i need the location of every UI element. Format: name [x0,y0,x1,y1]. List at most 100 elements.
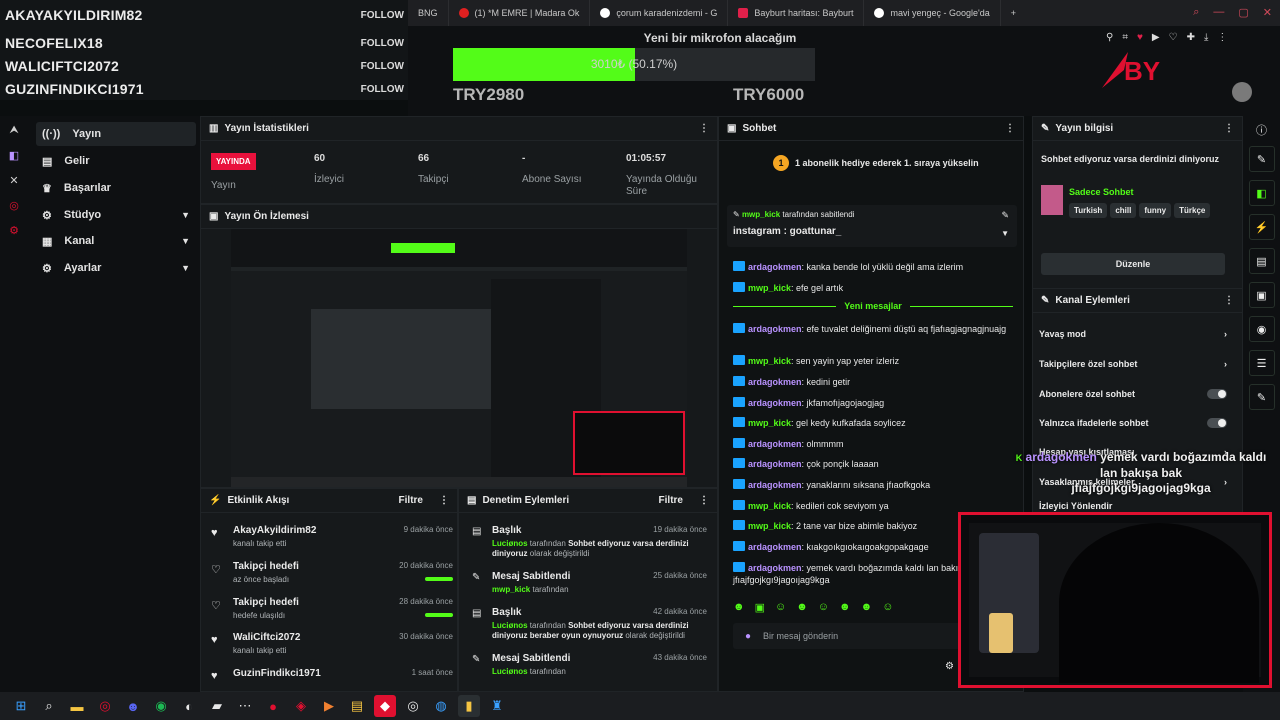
lightning-icon[interactable]: ⚡ [1248,214,1275,240]
chevron-down-icon[interactable]: ▼ [1001,229,1009,238]
chat-username[interactable]: ardagokmen [748,459,802,469]
settings-icon[interactable]: ⚙ [9,224,19,237]
search-icon[interactable]: ⌕ [1193,6,1199,19]
sidebar-item-ayarlar[interactable]: ⚙ Ayarlar ▼ [36,256,196,280]
stream-category[interactable]: Sadece Sohbet [1069,187,1134,197]
maximize-icon[interactable]: ▢ [1238,6,1248,19]
clip-icon[interactable]: ◧ [1248,180,1275,206]
browser-tab[interactable]: BNG [408,0,449,26]
app-icon[interactable]: ▤ [346,695,368,717]
follow-button[interactable]: FOLLOW [361,10,404,21]
app-icon[interactable]: ▶ [318,695,340,717]
chat-username[interactable]: ardagokmen [748,262,802,272]
emote-icon[interactable]: ☻ [796,601,808,614]
sidebar-item-basarilar[interactable]: ♛ Başarılar [36,176,196,200]
browser-tab[interactable]: çorum karadenizdemi - G [590,0,729,26]
chat-username[interactable]: ardagokmen [748,563,802,573]
toggle-switch[interactable] [1207,389,1227,399]
sidebar-item-gelir[interactable]: ▤ Gelir [36,149,196,173]
circle-icon[interactable]: ◎ [9,199,19,212]
more-icon[interactable]: ⋮ [1224,295,1234,306]
steam-icon[interactable]: ◐ [178,695,200,717]
follow-button[interactable]: FOLLOW [361,38,404,49]
emote-icon[interactable]: ☻ [839,601,851,614]
channel-action-raid[interactable]: İzleyici Yönlendir [1039,501,1227,511]
windows-start-icon[interactable]: ⊞ [10,695,32,717]
emote-icon[interactable]: ☺ [882,601,893,614]
gift-banner[interactable]: 1 1 abonelik hediye ederek 1. sıraya yük… [773,155,979,171]
browser-tab[interactable]: mavi yengeç - Google'da [864,0,1001,26]
kick-logo-icon[interactable]: ⮝ [9,124,18,137]
app-icon[interactable]: ◍ [430,695,452,717]
sidebar-item-studyo[interactable]: ⚙ Stüdyo ▼ [36,203,196,227]
new-tab-button[interactable]: + [1001,0,1026,26]
app-icon[interactable]: ⋯ [234,695,256,717]
emote-icon[interactable]: ▣ [755,601,765,614]
channel-action-emote-only[interactable]: Yalnızca ifadelerle sohbet [1039,418,1227,428]
document-icon[interactable]: ▤ [1248,248,1275,274]
spotify-icon[interactable]: ◉ [150,695,172,717]
sidebar-item-yayin[interactable]: ((·)) Yayın [36,122,196,146]
unpin-icon[interactable]: ✎ [1001,210,1009,221]
app-icon[interactable]: ▮ [458,695,480,717]
minimize-icon[interactable]: — [1213,6,1224,19]
stream-preview-video[interactable] [231,229,687,487]
edit-button[interactable]: Düzenle [1041,253,1225,275]
app-icon[interactable]: ◆ [374,695,396,717]
app-icon[interactable]: ♜ [486,695,508,717]
chat-username[interactable]: ardagokmen [748,480,802,490]
profile-avatar[interactable] [1232,82,1252,102]
chat-username[interactable]: ardagokmen [748,542,802,552]
emote-icon[interactable]: ☻ [861,601,873,614]
chat-username[interactable]: ardagokmen [748,377,802,387]
filter-button[interactable]: Filtre [399,495,423,506]
wrench-icon[interactable]: ✎ [1248,384,1275,410]
info-icon[interactable]: ⓘ [1256,122,1267,138]
close-icon[interactable]: ✕ [1263,6,1272,19]
edit-icon[interactable]: ✎ [1248,146,1275,172]
mic-icon[interactable]: ● [745,631,751,642]
app-icon[interactable]: ● [262,695,284,717]
broadcast-icon[interactable]: ◉ [1248,316,1275,342]
sidebar-item-kanal[interactable]: ▦ Kanal ▼ [36,229,196,253]
more-icon[interactable]: ⋮ [699,123,709,134]
more-icon[interactable]: ⋮ [699,495,709,506]
emote-icon[interactable]: ☺ [775,601,786,614]
browser-tab[interactable]: Bayburt haritası: Bayburt [728,0,865,26]
settings-icon[interactable]: ⚙ [945,661,954,672]
filter-button[interactable]: Filtre [659,495,683,506]
chat-username[interactable]: mwp_kick [748,521,791,531]
chat-username[interactable]: mwp_kick [748,283,791,293]
discord-icon[interactable]: ☻ [122,695,144,717]
more-icon[interactable]: ⋮ [439,495,449,506]
x-icon[interactable]: ✕ [9,174,18,187]
channel-action-subs-only[interactable]: Abonelere özel sohbet [1039,389,1227,399]
channel-action-slow-mode[interactable]: Yavaş mod › [1039,329,1227,339]
bookmark-icon[interactable]: ♡ [1169,32,1178,43]
valorant-icon[interactable]: ◈ [290,695,312,717]
channel-action-followers-only[interactable]: Takipçilere özel sohbet › [1039,359,1227,369]
more-icon[interactable]: ⋮ [1005,123,1015,134]
chat-username[interactable]: mwp_kick [748,501,791,511]
more-icon[interactable]: ⋮ [1224,123,1234,134]
chat-username[interactable]: ardagokmen [748,398,802,408]
obs-icon[interactable]: ◎ [402,695,424,717]
chat-icon[interactable]: ▣ [1248,282,1275,308]
folder-icon[interactable]: ▬ [66,695,88,717]
list-icon[interactable]: ☰ [1248,350,1275,376]
follow-button[interactable]: FOLLOW [361,84,404,95]
twitch-icon[interactable]: ◧ [9,149,19,162]
chat-username[interactable]: mwp_kick [748,418,791,428]
epic-icon[interactable]: ▰ [206,695,228,717]
puzzle-icon[interactable]: ✚ [1187,32,1195,43]
download-icon[interactable]: ⤓ [1204,32,1208,43]
toggle-switch[interactable] [1207,418,1227,428]
chat-username[interactable]: mwp_kick [748,356,791,366]
search-icon[interactable]: ⌕ [38,695,60,717]
opera-icon[interactable]: ◎ [94,695,116,717]
menu-icon[interactable]: ⋮ [1217,32,1227,43]
emote-icon[interactable]: ☺ [818,601,829,614]
browser-tab[interactable]: (1) *M EMRE | Madara Ok [449,0,591,26]
chat-username[interactable]: ardagokmen [748,324,802,334]
follow-button[interactable]: FOLLOW [361,61,404,72]
